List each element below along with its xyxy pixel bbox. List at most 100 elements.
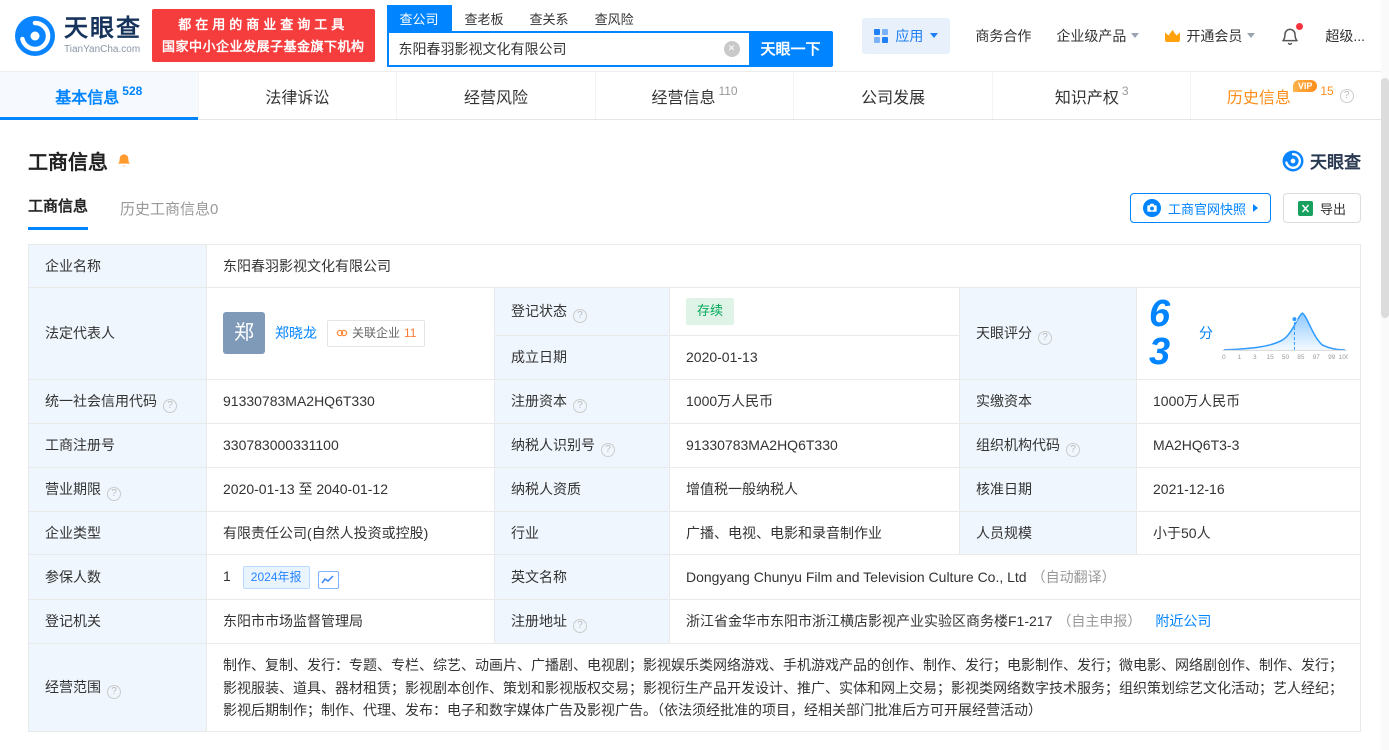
apps-menu[interactable]: 应用 [862,17,951,54]
field-label-org-code: 组织机构代码 [959,422,1137,468]
subtab-business-info[interactable]: 工商信息 [28,195,89,230]
subtab-history-business-info[interactable]: 历史工商信息0 [120,198,218,230]
announcement-bell-icon[interactable] [116,153,132,169]
field-label-paid-capital: 实缴资本 [959,378,1137,424]
help-icon[interactable] [1066,442,1080,457]
export-excel-icon [1297,200,1313,216]
status-badge: 存续 [686,298,735,326]
play-arrow-icon [1252,204,1258,212]
tab-basic-info[interactable]: 基本信息 528 [0,72,199,120]
legal-rep-avatar[interactable]: 郑 [223,312,265,355]
field-label-credit-code: 统一社会信用代码 [28,378,207,424]
nav-enterprise-products[interactable]: 企业级产品 [1056,26,1140,46]
field-value-business-scope: 制作、复制、发行：专题、专栏、综艺、动画片、广播剧、电视剧；影视娱乐类网络游戏、… [206,643,1361,733]
nearby-companies-link[interactable]: 附近公司 [1155,613,1211,629]
trend-chart-icon[interactable] [317,570,339,589]
tab-intellectual-property-count: 3 [1121,83,1129,98]
search-button[interactable]: 天眼一下 [748,30,833,67]
related-companies-label: 关联企业 [352,325,401,340]
self-declared-note: （自主申报） [1057,613,1142,630]
help-icon[interactable] [107,486,121,501]
export-button[interactable]: 导出 [1282,193,1361,223]
search-tab-relation[interactable]: 查关系 [517,5,582,31]
svg-text:15: 15 [1267,354,1275,361]
field-value-english-name: Dongyang Chunyu Film and Television Cult… [669,553,1361,601]
scrollbar [1381,0,1389,750]
tab-basic-info-count: 528 [122,83,143,98]
tab-intellectual-property[interactable]: 知识产权 3 [993,72,1192,119]
svg-text:1: 1 [1238,354,1242,361]
help-icon[interactable] [1339,88,1354,103]
top-header: 天眼查 TianYanCha.com 都在用的商业查询工具 国家中小企业发展子基… [0,0,1389,72]
snapshot-camera-icon [1142,199,1161,217]
field-value-tax-quality: 增值税一般纳税人 [669,466,960,512]
watermark-logo-icon [1282,150,1304,172]
nav-business-cooperation[interactable]: 商务合作 [975,26,1031,46]
tab-operating-risk[interactable]: 经营风险 [397,72,596,119]
search-tab-company[interactable]: 查公司 [386,4,452,31]
table-row: 统一社会信用代码 91330783MA2HQ6T330 注册资本 1000万人民… [28,378,1361,424]
help-icon[interactable] [573,309,587,324]
search-input[interactable] [386,30,749,67]
help-icon[interactable] [601,442,615,457]
tab-intellectual-property-label: 知识产权 [1054,89,1119,107]
business-cooperation-label: 商务合作 [975,27,1032,44]
enterprise-products-label: 企业级产品 [1056,27,1127,44]
field-label-term: 营业期限 [28,466,207,512]
super-vip-label: 超级... [1325,27,1365,44]
field-value-reg-no: 330783000331100 [206,422,495,468]
svg-text:99: 99 [1328,354,1336,361]
legal-rep-name-link[interactable]: 郑晓龙 [275,322,317,344]
export-label: 导出 [1319,201,1346,217]
chevron-down-icon [1247,33,1256,38]
notifications-bell[interactable] [1280,22,1304,46]
related-companies-badge[interactable]: 关联企业 11 [327,319,426,348]
field-label-tax-quality: 纳税人资质 [494,466,670,512]
field-value-company-type: 有限责任公司(自然人投资或控股) [206,510,495,555]
tab-history-info[interactable]: 历史信息 VIP 15 [1191,72,1389,119]
field-label-establish-date: 成立日期 [494,335,670,380]
table-row: 登记机关 东阳市市场监督管理局 注册地址 浙江省金华市东阳市浙江横店影视产业实验… [28,599,1361,645]
field-label-legal-rep: 法定代表人 [28,287,207,380]
official-snapshot-button[interactable]: 工商官网快照 [1129,193,1271,223]
field-value-company-name: 东阳春羽影视文化有限公司 [206,243,1361,289]
help-icon[interactable] [163,398,177,413]
help-icon[interactable] [573,398,587,413]
field-value-credit-code: 91330783MA2HQ6T330 [206,378,495,424]
tab-legal-proceedings[interactable]: 法律诉讼 [199,72,398,119]
auto-translate-note: （自动翻译） [1031,568,1116,585]
chevron-down-icon [930,33,939,38]
search-tab-boss[interactable]: 查老板 [452,5,517,31]
nav-super-vip[interactable]: 超级... [1325,26,1365,46]
tab-business-info-count: 110 [718,83,738,98]
field-label-approved-date: 核准日期 [959,466,1137,512]
search-tab-risk[interactable]: 查风险 [582,5,647,31]
tianyancha-logo[interactable]: 天眼查 TianYanCha.com [14,15,142,57]
tab-history-info-count: 15 [1320,83,1334,98]
field-label-reg-authority: 登记机关 [28,599,207,645]
table-row: 工商注册号 330783000331100 纳税人识别号 91330783MA2… [28,422,1361,468]
nav-open-membership[interactable]: 开通会员 [1164,26,1256,46]
help-icon[interactable] [1038,330,1052,345]
tab-company-development[interactable]: 公司发展 [794,72,993,119]
field-label-industry: 行业 [494,510,670,555]
watermark-logo: 天眼查 [1282,148,1361,173]
field-label-score: 天眼评分 [959,287,1137,380]
field-label-reg-no: 工商注册号 [28,422,207,468]
svg-text:0: 0 [1222,354,1226,361]
tab-business-info[interactable]: 经营信息 110 [596,72,795,119]
field-label-reg-capital: 注册资本 [494,378,670,424]
field-value-insured-count: 1 2024年报 [206,553,495,601]
field-label-company-type: 企业类型 [28,510,207,555]
business-info-table: 企业名称 东阳春羽影视文化有限公司 法定代表人 郑 郑晓龙 关联企业 11 登记… [28,243,1361,733]
apps-grid-icon [874,28,889,43]
annual-report-badge[interactable]: 2024年报 [242,565,310,590]
field-label-company-name: 企业名称 [28,243,207,289]
clear-search-icon[interactable] [723,40,740,57]
help-icon[interactable] [573,619,587,634]
table-row: 法定代表人 郑 郑晓龙 关联企业 11 登记状态? 存续 天眼评分? 63 分 … [28,287,1361,380]
tab-operating-risk-label: 经营风险 [463,89,528,107]
help-icon[interactable] [107,685,121,700]
scrollbar-thumb[interactable] [1381,78,1389,318]
field-value-score: 63 分 0 1 3 15 50 85 97 99 100 [1136,287,1361,380]
